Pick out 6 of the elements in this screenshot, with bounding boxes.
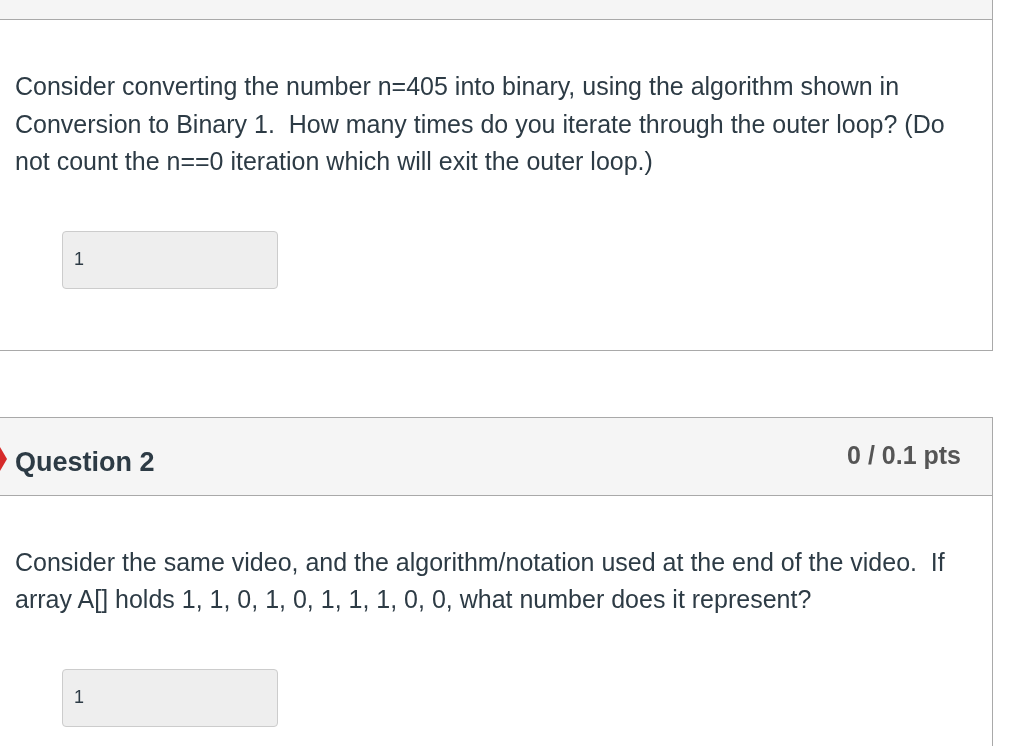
- question-points: 0 / 0.1 pts: [847, 439, 961, 470]
- answer-field[interactable]: 1: [62, 668, 278, 727]
- question-text: Consider converting the number n=405 into binary, using the algorithm shown in Conversion to Binary 1. How many times do you iterate through the outer loop? (Do not count the n==0 iteration which will exit the outer loop.): [15, 71, 946, 177]
- question-title: Question 2: [15, 445, 155, 478]
- question-text: Consider the same video, and the algorithm/notation used at the end of the video. If array A[] holds 1, 1, 0, 1, 0, 1, 1, 1, 0, 0, what number does it represent?: [15, 546, 946, 615]
- answer-field[interactable]: 1: [62, 230, 278, 289]
